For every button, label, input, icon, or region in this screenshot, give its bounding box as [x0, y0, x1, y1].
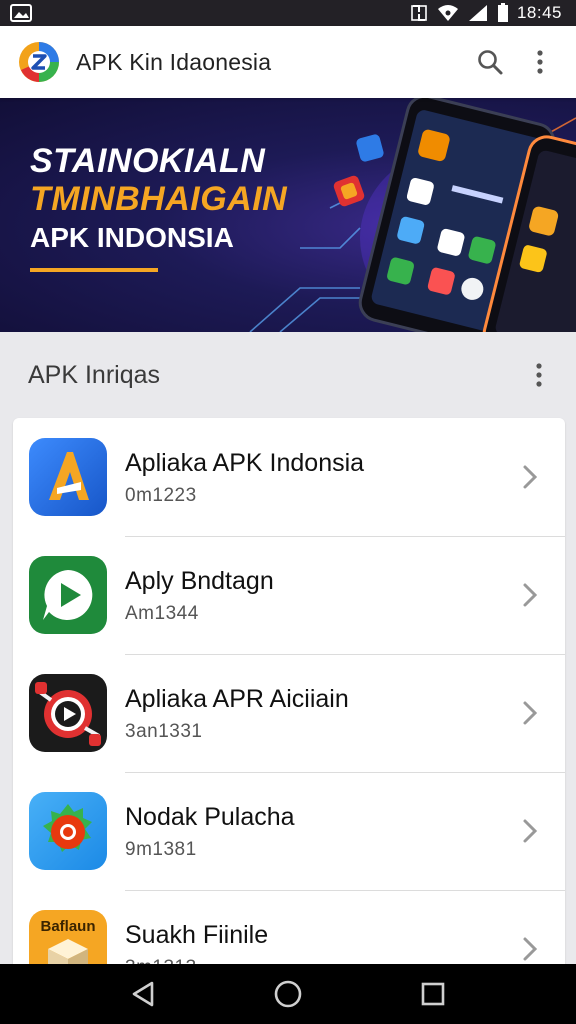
gallery-notification-icon	[10, 4, 32, 22]
play-bubble-icon	[29, 556, 107, 634]
section-more-button[interactable]	[524, 355, 554, 395]
wifi-icon	[437, 5, 458, 21]
item-subtitle: Am1344	[125, 603, 199, 624]
more-vert-icon	[537, 50, 543, 74]
app-list: Apliaka APK Indonsia 0m1223 Aply Bndtagn…	[13, 418, 565, 978]
app-bar: APK Kin Idaonesia	[0, 26, 576, 98]
screen: 18:45 APK Kin Idaonesia STAINOKIALN TMIN…	[0, 0, 576, 1024]
item-subtitle: 9m1381	[125, 839, 197, 860]
signal-icon	[468, 5, 487, 21]
item-name: Nodak Pulacha	[125, 803, 295, 831]
chevron-right-icon	[515, 693, 545, 733]
nfc-icon	[411, 5, 427, 21]
search-button[interactable]	[468, 40, 512, 84]
item-name: Suakh Fiinile	[125, 921, 269, 949]
app-logo-icon	[19, 42, 59, 82]
list-item[interactable]: Nodak Pulacha 9m1381	[13, 772, 565, 890]
item-name: Aply Bndtagn	[125, 567, 274, 595]
target-play-icon	[29, 674, 107, 752]
letter-a-icon	[29, 438, 107, 516]
box-icon-label: Baflaun	[40, 918, 96, 935]
item-subtitle: 3an1331	[125, 721, 203, 742]
banner-headline-1: STAINOKIALN	[30, 142, 266, 180]
status-time: 18:45	[516, 3, 562, 22]
home-circle-icon	[274, 980, 302, 1008]
more-vert-icon	[536, 363, 542, 387]
system-nav-bar	[0, 964, 576, 1024]
section-title: APK Inriqas	[28, 360, 161, 389]
list-item[interactable]: Apliaka APR Aiciiain 3an1331	[13, 654, 565, 772]
status-bar: 18:45	[0, 0, 576, 26]
recents-button[interactable]	[403, 969, 463, 1019]
banner-headline-3: APK INDONSIA	[30, 222, 234, 253]
search-icon	[478, 50, 503, 75]
section-header: APK Inriqas	[0, 332, 576, 418]
back-triangle-icon	[132, 981, 153, 1007]
banner-headline-2: TMINBHAIGAIN	[30, 180, 288, 218]
list-item[interactable]: Apliaka APK Indonsia 0m1223	[13, 418, 565, 536]
item-name: Apliaka APK Indonsia	[125, 449, 365, 477]
chevron-right-icon	[515, 929, 545, 969]
overflow-menu-button[interactable]	[518, 40, 562, 84]
promo-banner[interactable]: STAINOKIALN TMINBHAIGAIN APK INDONSIA	[0, 98, 576, 332]
banner-text: STAINOKIALN TMINBHAIGAIN APK INDONSIA	[30, 142, 287, 272]
chevron-right-icon	[515, 575, 545, 615]
item-subtitle: 0m1223	[125, 485, 197, 506]
chevron-right-icon	[515, 457, 545, 497]
list-item[interactable]: Aply Bndtagn Am1344	[13, 536, 565, 654]
back-button[interactable]	[113, 969, 173, 1019]
chevron-right-icon	[515, 811, 545, 851]
tomato-icon	[29, 792, 107, 870]
battery-icon	[497, 3, 508, 22]
recents-square-icon	[422, 982, 445, 1006]
banner-underline	[30, 268, 158, 272]
app-title: APK Kin Idaonesia	[76, 48, 272, 75]
home-button[interactable]	[258, 969, 318, 1019]
item-name: Apliaka APR Aiciiain	[125, 685, 349, 713]
